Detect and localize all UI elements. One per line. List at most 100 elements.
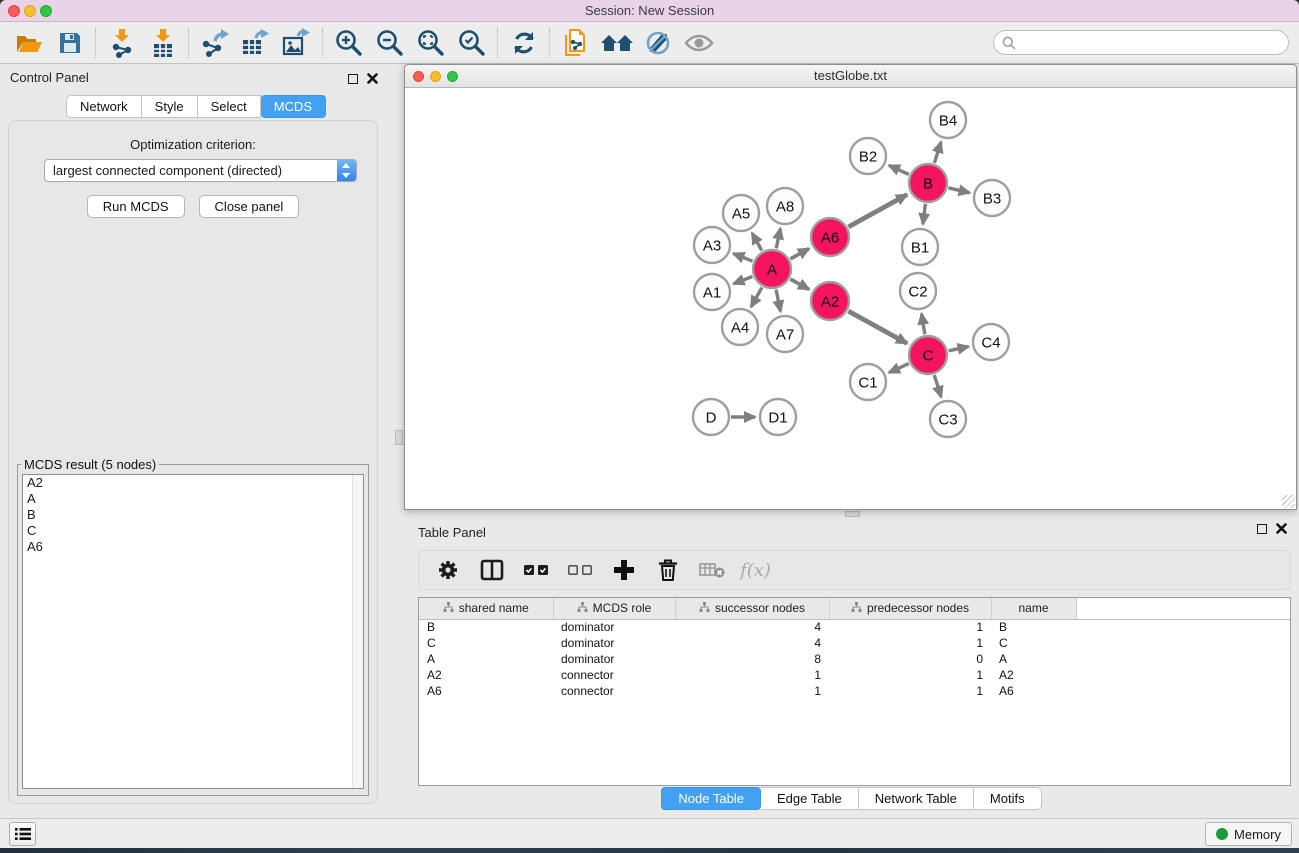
zoom-fit-icon[interactable]	[410, 26, 451, 60]
add-column-icon[interactable]	[605, 554, 642, 586]
mcds-result-item[interactable]: A6	[23, 539, 363, 555]
tab-mcds[interactable]: MCDS	[261, 95, 326, 118]
cell-shared-name[interactable]: A2	[419, 667, 553, 683]
delete-column-icon[interactable]	[649, 554, 686, 586]
cell-predecessor-nodes[interactable]: 1	[829, 667, 991, 683]
mcds-result-list[interactable]: A2ABCA6	[22, 474, 364, 789]
mcds-result-item[interactable]: C	[23, 523, 363, 539]
edge-C-C1[interactable]	[889, 364, 909, 373]
float-panel-icon[interactable]	[348, 74, 358, 84]
deselect-all-icon[interactable]	[561, 554, 598, 586]
mcds-result-item[interactable]: A	[23, 491, 363, 507]
table-row[interactable]: A2connector11A2	[419, 667, 1290, 683]
tab-network-table[interactable]: Network Table	[859, 787, 974, 810]
list-scrollbar[interactable]	[352, 475, 363, 788]
edge-A2-C[interactable]	[848, 311, 907, 343]
edge-A-A4[interactable]	[751, 287, 762, 307]
window-resize-grip[interactable]	[1282, 495, 1295, 508]
cell-shared-name[interactable]: B	[419, 619, 553, 635]
edge-A-A8[interactable]	[776, 229, 780, 249]
cell-name[interactable]: A2	[991, 667, 1076, 683]
edge-B-B3[interactable]	[948, 188, 969, 193]
column-header-name[interactable]: name	[991, 598, 1076, 619]
zoom-selected-icon[interactable]	[451, 26, 492, 60]
tab-style[interactable]: Style	[142, 95, 198, 118]
zoom-window-button[interactable]	[40, 5, 52, 17]
cell-predecessor-nodes[interactable]: 1	[829, 683, 991, 699]
search-field[interactable]	[993, 30, 1289, 55]
close-panel-button[interactable]: Close panel	[199, 195, 300, 218]
function-builder-icon[interactable]: f(x)	[737, 554, 774, 586]
edge-B-B4[interactable]	[934, 142, 941, 163]
cell-mcds-role[interactable]: connector	[553, 667, 675, 683]
close-window-button[interactable]	[8, 5, 20, 17]
delete-table-icon[interactable]	[693, 554, 730, 586]
open-session-icon[interactable]	[8, 26, 49, 60]
network-close-button[interactable]	[413, 71, 424, 82]
export-network-icon[interactable]	[194, 26, 235, 60]
cell-mcds-role[interactable]: connector	[553, 683, 675, 699]
table-settings-gear-icon[interactable]	[429, 554, 466, 586]
cell-name[interactable]: B	[991, 619, 1076, 635]
edge-A-A2[interactable]	[790, 279, 809, 289]
edge-A6-B[interactable]	[848, 195, 907, 227]
search-input[interactable]	[1021, 35, 1280, 50]
zoom-out-icon[interactable]	[369, 26, 410, 60]
cell-shared-name[interactable]: C	[419, 635, 553, 651]
cell-name[interactable]: C	[991, 635, 1076, 651]
cell-successor-nodes[interactable]: 1	[675, 683, 829, 699]
minimize-window-button[interactable]	[24, 5, 36, 17]
cell-successor-nodes[interactable]: 1	[675, 667, 829, 683]
zoom-in-icon[interactable]	[328, 26, 369, 60]
cell-shared-name[interactable]: A	[419, 651, 553, 667]
edge-A-A3[interactable]	[733, 254, 752, 262]
tab-select[interactable]: Select	[198, 95, 261, 118]
select-all-icon[interactable]	[517, 554, 554, 586]
hide-labels-icon[interactable]	[637, 26, 678, 60]
criterion-dropdown[interactable]: largest connected component (directed)	[44, 159, 357, 182]
network-zoom-button[interactable]	[447, 71, 458, 82]
edge-C-C3[interactable]	[934, 375, 941, 397]
home-view-icon[interactable]	[596, 26, 637, 60]
column-header-shared-name[interactable]: shared name	[419, 598, 553, 619]
tab-node-table[interactable]: Node Table	[661, 787, 761, 810]
table-row[interactable]: A6connector11A6	[419, 683, 1290, 699]
close-panel-icon[interactable]	[367, 73, 378, 84]
edge-A-A7[interactable]	[776, 290, 780, 312]
edge-A-A5[interactable]	[752, 233, 762, 251]
tab-edge-table[interactable]: Edge Table	[761, 787, 859, 810]
edge-A-A1[interactable]	[734, 277, 753, 284]
cell-name[interactable]: A	[991, 651, 1076, 667]
cell-mcds-role[interactable]: dominator	[553, 619, 675, 635]
export-table-icon[interactable]	[235, 26, 276, 60]
mcds-result-item[interactable]: B	[23, 507, 363, 523]
split-view-icon[interactable]	[473, 554, 510, 586]
table-row[interactable]: Bdominator41B	[419, 619, 1290, 635]
edge-A-A6[interactable]	[790, 249, 809, 259]
cell-successor-nodes[interactable]: 4	[675, 619, 829, 635]
edge-B-B1[interactable]	[923, 204, 926, 224]
close-table-panel-icon[interactable]	[1276, 523, 1287, 534]
table-row[interactable]: Cdominator41C	[419, 635, 1290, 651]
clone-network-icon[interactable]	[555, 26, 596, 60]
cell-predecessor-nodes[interactable]: 1	[829, 635, 991, 651]
network-canvas[interactable]: B4B2BB3A5A8A6A3B1AA1C2A2A4A7C4CC1C3DD1	[405, 88, 1296, 509]
cell-mcds-role[interactable]: dominator	[553, 651, 675, 667]
cell-successor-nodes[interactable]: 4	[675, 635, 829, 651]
cell-successor-nodes[interactable]: 8	[675, 651, 829, 667]
export-image-icon[interactable]	[276, 26, 317, 60]
table-row[interactable]: Adominator80A	[419, 651, 1290, 667]
network-minimize-button[interactable]	[430, 71, 441, 82]
cell-mcds-role[interactable]: dominator	[553, 635, 675, 651]
column-header-successor-nodes[interactable]: successor nodes	[675, 598, 829, 619]
node-table[interactable]: shared nameMCDS rolesuccessor nodesprede…	[418, 597, 1291, 786]
save-session-icon[interactable]	[49, 26, 90, 60]
cell-predecessor-nodes[interactable]: 1	[829, 619, 991, 635]
cell-name[interactable]: A6	[991, 683, 1076, 699]
import-network-icon[interactable]	[101, 26, 142, 60]
edge-C-C4[interactable]	[949, 347, 969, 351]
float-table-panel-icon[interactable]	[1257, 524, 1267, 534]
cell-shared-name[interactable]: A6	[419, 683, 553, 699]
edge-B-B2[interactable]	[889, 165, 909, 174]
edge-C-C2[interactable]	[922, 314, 925, 335]
